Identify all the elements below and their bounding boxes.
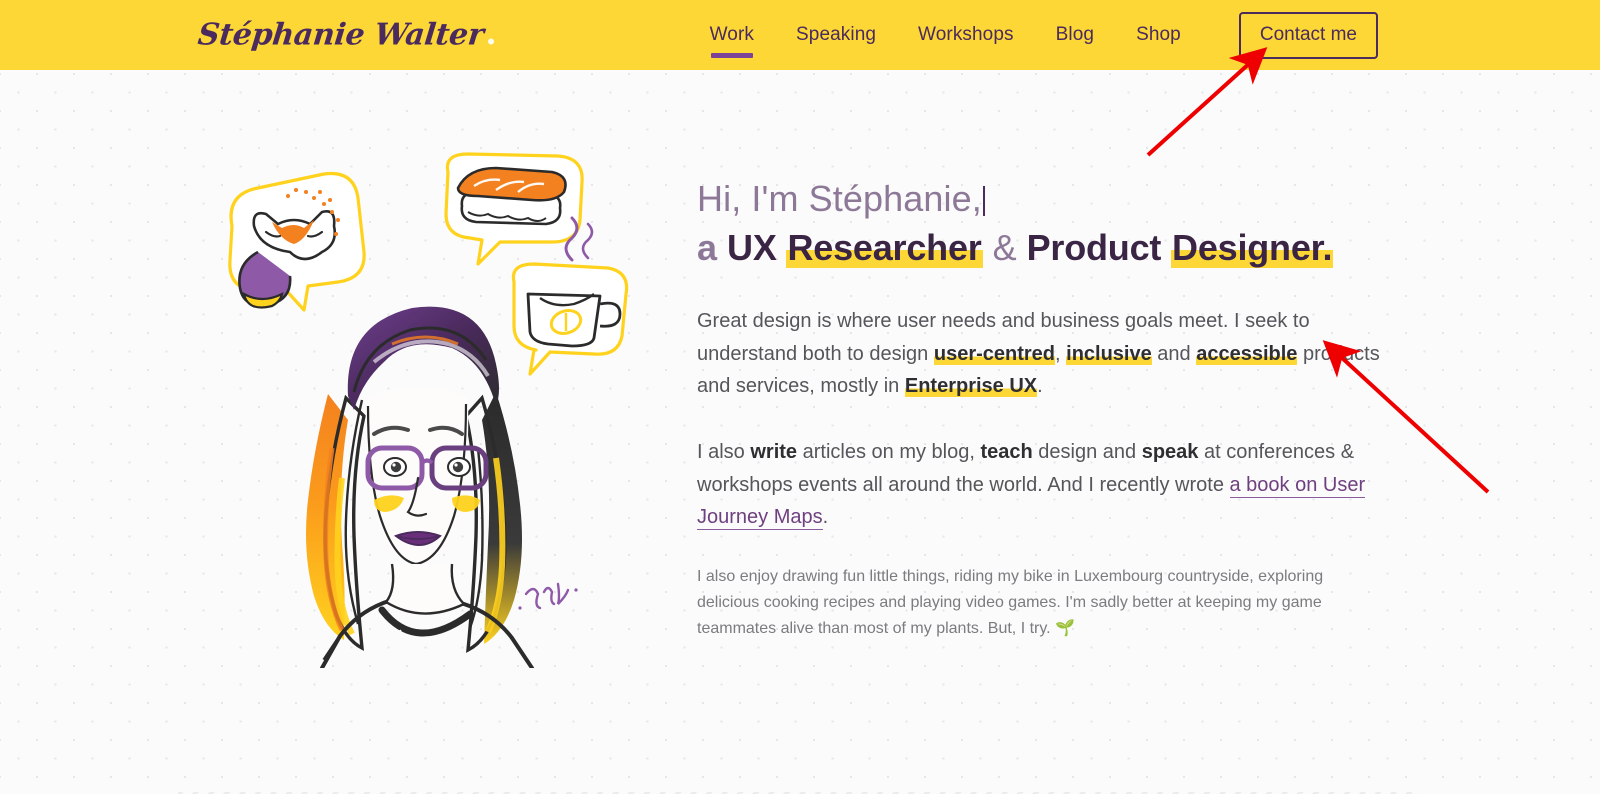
p2-part1: I also xyxy=(697,441,751,464)
nav-item-blog[interactable]: Blog xyxy=(1056,24,1094,46)
p1-sep2: and xyxy=(1151,342,1197,365)
hero-headline: Hi, I'm Stéphanie, a UX Researcher & Pro… xyxy=(697,175,1397,271)
hero-headline-line1: Hi, I'm Stéphanie, xyxy=(697,178,982,219)
hero-illustration xyxy=(196,148,636,668)
hero-headline-line2: a UX Researcher & Product Designer. xyxy=(697,225,1397,272)
p1-highlight-inclusive: inclusive xyxy=(1066,342,1152,365)
site-logo-text: Stéphanie Walter xyxy=(196,17,486,53)
nav-item-workshops[interactable]: Workshops xyxy=(918,24,1014,46)
p1-highlight-accessible: accessible xyxy=(1196,342,1298,365)
main-navigation: Work Speaking Workshops Blog Shop Contac… xyxy=(710,0,1378,70)
hero-role2-highlight: Designer. xyxy=(1171,226,1334,268)
illustration-signature xyxy=(518,582,578,610)
hero-role1-highlight: Researcher xyxy=(786,226,983,268)
p2-part2: articles on my blog, xyxy=(797,441,981,464)
site-logo-dot xyxy=(488,38,495,45)
site-logo[interactable]: Stéphanie Walter xyxy=(196,17,495,53)
hero-headline-prefix: a xyxy=(697,226,728,268)
nav-item-shop[interactable]: Shop xyxy=(1136,24,1181,46)
p2-bold-write: write xyxy=(750,441,798,464)
hero-paragraph-3: I also enjoy drawing fun little things, … xyxy=(697,567,1324,638)
hero-section: Hi, I'm Stéphanie, a UX Researcher & Pro… xyxy=(0,70,1600,794)
site-header: Stéphanie Walter Work Speaking Workshops… xyxy=(0,0,1600,70)
hero-copy: Hi, I'm Stéphanie, a UX Researcher & Pro… xyxy=(697,175,1397,642)
thought-bubble-sushi xyxy=(444,152,584,266)
p1-sep1: , xyxy=(1055,342,1067,365)
nav-item-work[interactable]: Work xyxy=(710,24,754,58)
contact-me-button[interactable]: Contact me xyxy=(1238,11,1378,59)
thought-bubble-fox xyxy=(228,171,366,312)
hero-ampersand: & xyxy=(982,226,1027,268)
hero-paragraph-2: I also write articles on my blog, teach … xyxy=(697,436,1387,533)
nav-item-speaking[interactable]: Speaking xyxy=(796,24,876,46)
p1-highlight-enterprise-ux: Enterprise UX xyxy=(904,375,1038,398)
text-caret xyxy=(982,186,985,216)
p2-part5: . xyxy=(822,506,829,529)
hero-paragraph-1: Great design is where user needs and bus… xyxy=(697,305,1387,402)
hero-role1-plain: UX xyxy=(727,226,787,268)
p2-part3: design and xyxy=(1032,441,1142,464)
p2-bold-speak: speak xyxy=(1141,441,1199,464)
p1-highlight-user-centred: user-centred xyxy=(933,342,1056,365)
hero-role2-plain: Product xyxy=(1026,226,1172,268)
p1-part3: . xyxy=(1037,375,1043,398)
p2-bold-teach: teach xyxy=(980,441,1033,464)
